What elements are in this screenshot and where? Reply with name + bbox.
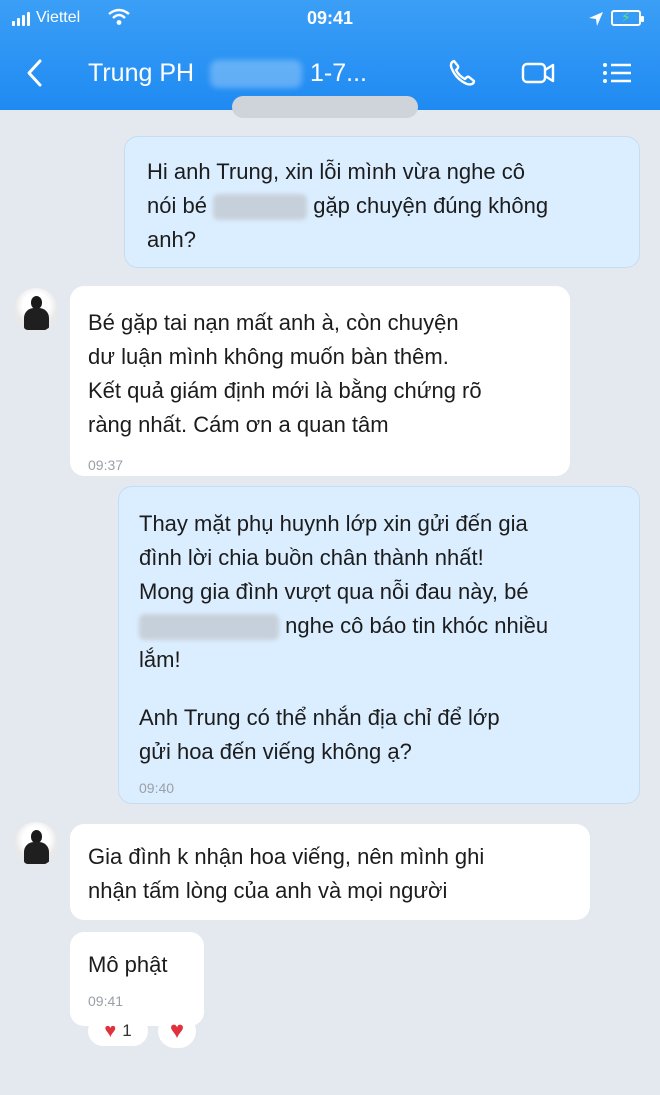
- message-line: Thay mặt phụ huynh lớp xin gửi đến gia: [139, 511, 528, 536]
- message-bubble-outgoing[interactable]: Hi anh Trung, xin lỗi mình vừa nghe cô n…: [124, 136, 640, 268]
- message-line: Hi anh Trung, xin lỗi mình vừa nghe cô: [147, 159, 525, 184]
- message-line: Mô phật: [88, 952, 168, 977]
- video-call-icon[interactable]: [520, 56, 556, 90]
- react-button[interactable]: ♥: [158, 1014, 196, 1048]
- back-icon[interactable]: [20, 56, 50, 90]
- message-line: Bé gặp tai nạn mất anh à, còn chuyện: [88, 310, 459, 335]
- avatar[interactable]: [14, 822, 58, 866]
- blurred-name: [213, 194, 308, 221]
- blurred-name: [210, 60, 302, 88]
- message-line: ràng nhất. Cám ơn a quan tâm: [88, 412, 389, 437]
- message-time: 09:40: [139, 780, 175, 796]
- location-arrow-icon: [589, 12, 603, 26]
- message-time: 09:37: [88, 457, 124, 473]
- message-line: nhận tấm lòng của anh và mọi người: [88, 878, 448, 903]
- phone-icon[interactable]: [444, 56, 480, 90]
- reaction-summary[interactable]: ♥ 1: [88, 1016, 148, 1046]
- message-bubble-outgoing[interactable]: Thay mặt phụ huynh lớp xin gửi đến gia đ…: [118, 486, 640, 804]
- reaction-count: 1: [122, 1021, 132, 1040]
- message-line: Mong gia đình vượt qua nỗi đau này, bé: [139, 579, 529, 604]
- heart-icon: ♥: [104, 1020, 117, 1042]
- message-bubble-incoming[interactable]: Bé gặp tai nạn mất anh à, còn chuyện dư …: [70, 286, 570, 476]
- message-line: gửi hoa đến viếng không ạ?: [139, 739, 412, 764]
- avatar[interactable]: [14, 288, 58, 332]
- message-line: nghe cô báo tin khóc nhiều: [139, 609, 621, 643]
- message-line: nói bé gặp chuyện đúng không: [147, 189, 619, 223]
- message-line: anh?: [147, 227, 196, 252]
- message-line: Gia đình k nhận hoa viếng, nên mình ghi: [88, 844, 485, 869]
- status-bar: Viettel 09:41 ⚡: [0, 0, 660, 40]
- heart-icon: ♥: [169, 1017, 185, 1044]
- message-line: đình lời chia buồn chân thành nhất!: [139, 545, 484, 570]
- message-time: 09:41: [88, 993, 124, 1009]
- blurred-name: [139, 614, 279, 641]
- message-line: lắm!: [139, 647, 181, 672]
- message-bubble-incoming[interactable]: Gia đình k nhận hoa viếng, nên mình ghi …: [70, 824, 590, 920]
- message-line: Anh Trung có thể nhắn địa chỉ để lớp: [139, 705, 500, 730]
- contact-name[interactable]: Trung PH: [88, 59, 194, 88]
- date-separator: [232, 96, 418, 118]
- message-line: dư luận mình không muốn bàn thêm.: [88, 344, 449, 369]
- menu-icon[interactable]: [600, 56, 636, 90]
- message-bubble-incoming[interactable]: Mô phật 09:41: [70, 932, 204, 1026]
- status-time: 09:41: [306, 8, 354, 28]
- battery-icon: ⚡: [611, 9, 644, 26]
- contact-name-suffix[interactable]: 1-7...: [310, 59, 367, 88]
- message-line: Kết quả giám định mới là bằng chứng rõ: [88, 378, 482, 403]
- chat-header: Viettel 09:41 ⚡ Trung PH 1-7...: [0, 0, 660, 110]
